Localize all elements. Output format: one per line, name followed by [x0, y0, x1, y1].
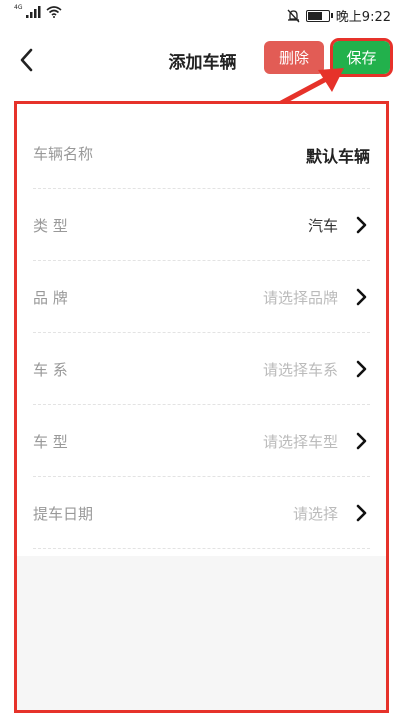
vehicle-type-row[interactable]: 类 型 汽车 — [33, 189, 370, 261]
battery-icon — [305, 9, 333, 22]
vehicle-name-value[interactable]: 默认车辆 — [306, 143, 370, 167]
vehicle-type-value: 汽车 — [307, 217, 338, 235]
signal-icon — [26, 6, 41, 18]
model-placeholder: 请选择车型 — [262, 433, 338, 451]
vehicle-name-row[interactable]: 车辆名称 默认车辆 — [33, 117, 370, 189]
save-button[interactable]: 保存 — [330, 38, 393, 77]
wifi-icon — [46, 6, 62, 18]
brand-row[interactable]: 品 牌 请选择品牌 — [33, 261, 370, 333]
status-right: 晚上9:22 — [287, 6, 391, 25]
status-bar: 4G 晚上9:22 — [0, 0, 405, 30]
series-row[interactable]: 车 系 请选择车系 — [33, 333, 370, 405]
chevron-right-icon — [356, 288, 367, 306]
brand-placeholder: 请选择品牌 — [262, 289, 338, 307]
chevron-right-icon — [356, 432, 367, 450]
status-left: 4G — [14, 3, 62, 18]
model-label: 车 型 — [33, 433, 68, 451]
pickup-date-placeholder: 请选择 — [292, 505, 338, 523]
chevron-right-icon — [356, 216, 367, 234]
app-header: 添加车辆 删除 保存 — [0, 30, 405, 90]
status-time: 晚上9:22 — [335, 10, 391, 25]
series-label: 车 系 — [33, 361, 68, 379]
content-panel: 车辆名称 默认车辆 类 型 汽车 品 牌 请选择品牌 车 系 请选择车系 车 型… — [14, 101, 389, 713]
model-row[interactable]: 车 型 请选择车型 — [33, 405, 370, 477]
vehicle-name-label: 车辆名称 — [33, 145, 94, 163]
chevron-right-icon — [356, 360, 367, 378]
mute-icon — [287, 9, 300, 22]
pickup-date-label: 提车日期 — [33, 505, 94, 523]
pickup-date-row[interactable]: 提车日期 请选择 — [33, 477, 370, 549]
vehicle-type-label: 类 型 — [33, 217, 68, 235]
delete-button[interactable]: 删除 — [264, 41, 324, 74]
network-type: 4G — [14, 3, 23, 11]
vehicle-form: 车辆名称 默认车辆 类 型 汽车 品 牌 请选择品牌 车 系 请选择车系 车 型… — [17, 104, 386, 556]
chevron-right-icon — [356, 504, 367, 522]
brand-label: 品 牌 — [33, 289, 68, 307]
series-placeholder: 请选择车系 — [262, 361, 338, 379]
